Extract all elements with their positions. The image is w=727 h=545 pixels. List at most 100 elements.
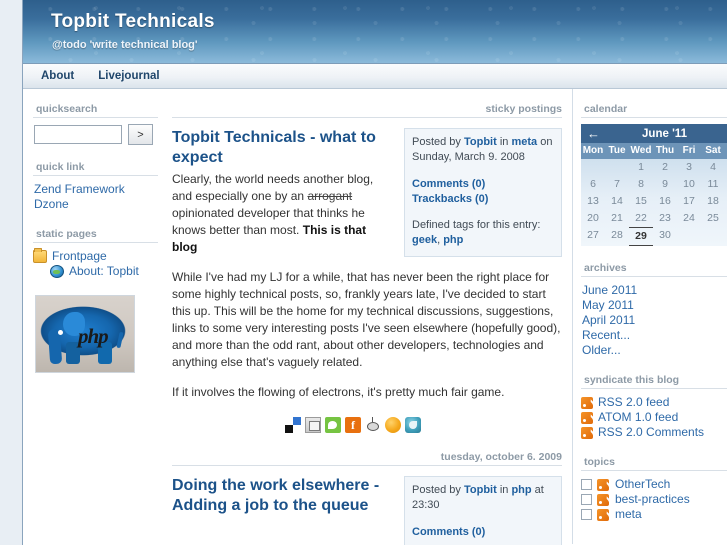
left-sidebar: quicksearch > quick link Zend Framework … bbox=[23, 89, 166, 373]
calendar-day[interactable]: 16 bbox=[653, 193, 677, 210]
nav-item-livejournal[interactable]: Livejournal bbox=[86, 64, 171, 88]
technorati-icon[interactable] bbox=[325, 417, 341, 433]
page-root: Topbit Technicals @todo 'write technical… bbox=[0, 0, 727, 545]
syndicate-block: syndicate this blog RSS 2.0 feed ATOM 1.… bbox=[581, 374, 727, 440]
calendar-widget: ← June '11 MonTueWedThuFriSatSun 1234567… bbox=[581, 124, 727, 246]
topic-row-meta[interactable]: meta bbox=[581, 507, 727, 522]
calendar-day[interactable]: 13 bbox=[581, 193, 605, 210]
calendar-day[interactable]: 17 bbox=[677, 193, 701, 210]
calendar-day[interactable]: 4 bbox=[701, 159, 725, 176]
posted-by-label-2: Posted by bbox=[412, 484, 464, 496]
calendar-day[interactable]: 11 bbox=[701, 176, 725, 193]
topic-checkbox-best-practices[interactable] bbox=[581, 494, 592, 505]
archives-block: archives June 2011 May 2011 April 2011 R… bbox=[581, 262, 727, 358]
calendar-day[interactable]: 21 bbox=[605, 210, 629, 227]
topic-link-meta[interactable]: meta bbox=[614, 507, 642, 522]
calendar-day[interactable]: 3 bbox=[677, 159, 701, 176]
quicklink-dzone[interactable]: Dzone bbox=[33, 197, 158, 212]
rss-feed-icon bbox=[597, 493, 609, 506]
topic-link-best-practices[interactable]: best-practices bbox=[614, 492, 690, 507]
calendar-day[interactable]: 15 bbox=[629, 193, 653, 210]
calendar-blank-cell bbox=[677, 227, 701, 246]
elephant-tail bbox=[116, 331, 124, 349]
calendar-day-grid: 1234567891011121314151617181920212223242… bbox=[581, 159, 727, 246]
topic-checkbox-meta[interactable] bbox=[581, 509, 592, 520]
calendar-day[interactable]: 24 bbox=[677, 210, 701, 227]
calendar-day[interactable]: 28 bbox=[605, 227, 629, 246]
furl-icon[interactable] bbox=[305, 417, 321, 433]
calendar-day[interactable]: 22 bbox=[629, 210, 653, 227]
post-title-link-2[interactable]: Doing the work elsewhere - Adding a job … bbox=[172, 476, 392, 516]
static-page-about-topbit[interactable]: About: Topbit bbox=[33, 264, 158, 279]
delicious-icon[interactable] bbox=[285, 417, 301, 433]
calendar-day[interactable]: 6 bbox=[581, 176, 605, 193]
static-page-about-topbit-label[interactable]: About: Topbit bbox=[68, 264, 139, 279]
feed-row-atom[interactable]: ATOM 1.0 feed bbox=[581, 410, 727, 425]
calendar-day[interactable]: 14 bbox=[605, 193, 629, 210]
post-body-2: Doing the work elsewhere - Adding a job … bbox=[172, 476, 392, 519]
topic-row-othertech[interactable]: OtherTech bbox=[581, 477, 727, 492]
archive-june-2011[interactable]: June 2011 bbox=[581, 283, 727, 298]
reddit-icon[interactable] bbox=[365, 417, 381, 433]
feed-link-comments[interactable]: RSS 2.0 Comments bbox=[597, 425, 704, 440]
trackbacks-link[interactable]: Trackbacks (0) bbox=[412, 192, 554, 207]
post-title-link[interactable]: Topbit Technicals - what to expect bbox=[172, 128, 392, 168]
author-link[interactable]: Topbit bbox=[464, 136, 497, 148]
calendar-day[interactable]: 9 bbox=[653, 176, 677, 193]
comments-link[interactable]: Comments (0) bbox=[412, 177, 554, 192]
nav-item-about[interactable]: About bbox=[29, 64, 86, 88]
calendar-day[interactable]: 7 bbox=[605, 176, 629, 193]
stumbleupon-icon[interactable] bbox=[405, 417, 421, 433]
calendar-day[interactable]: 10 bbox=[677, 176, 701, 193]
post-meta-author-line: Posted by Topbit in meta on bbox=[412, 135, 554, 150]
feed-row-rss2[interactable]: RSS 2.0 feed bbox=[581, 395, 727, 410]
calendar-blank-cell bbox=[605, 159, 629, 176]
tag-geek[interactable]: geek bbox=[412, 234, 437, 246]
category-link[interactable]: meta bbox=[511, 136, 537, 148]
topic-link-othertech[interactable]: OtherTech bbox=[614, 477, 670, 492]
archive-april-2011[interactable]: April 2011 bbox=[581, 313, 727, 328]
calendar-day[interactable]: 27 bbox=[581, 227, 605, 246]
calendar-dayname: Mon bbox=[582, 145, 604, 156]
comments-link-2[interactable]: Comments (0) bbox=[412, 525, 554, 540]
calendar-day[interactable]: 8 bbox=[629, 176, 653, 193]
feed-row-comments[interactable]: RSS 2.0 Comments bbox=[581, 425, 727, 440]
calendar-day[interactable]: 20 bbox=[581, 210, 605, 227]
topic-checkbox-othertech[interactable] bbox=[581, 479, 592, 490]
tag-php[interactable]: php bbox=[443, 234, 463, 246]
right-sidebar: calendar ← June '11 MonTueWedThuFriSatSu… bbox=[572, 89, 727, 544]
archives-title: archives bbox=[581, 262, 727, 277]
rss-feed-icon bbox=[581, 396, 593, 409]
static-page-frontpage[interactable]: Frontpage bbox=[33, 248, 158, 264]
category-link-2[interactable]: php bbox=[511, 484, 531, 496]
calendar-title: calendar bbox=[581, 103, 727, 118]
facebook-icon[interactable]: f bbox=[345, 417, 361, 433]
archive-older[interactable]: Older... bbox=[581, 343, 727, 358]
calendar-day-today[interactable]: 29 bbox=[629, 227, 653, 246]
topic-row-best-practices[interactable]: best-practices bbox=[581, 492, 727, 507]
mixx-icon[interactable] bbox=[385, 417, 401, 433]
calendar-day[interactable]: 30 bbox=[653, 227, 677, 246]
quicksearch-block: quicksearch > bbox=[33, 103, 158, 145]
feed-link-rss2[interactable]: RSS 2.0 feed bbox=[597, 395, 669, 410]
calendar-dayname: Thu bbox=[655, 145, 675, 156]
post-meta-box: Posted by Topbit in meta on Sunday, Marc… bbox=[404, 128, 562, 257]
quicklink-zend-framework[interactable]: Zend Framework bbox=[33, 182, 158, 197]
search-input[interactable] bbox=[34, 125, 122, 144]
search-submit-button[interactable]: > bbox=[128, 124, 153, 145]
static-page-frontpage-label[interactable]: Frontpage bbox=[51, 249, 107, 264]
archive-may-2011[interactable]: May 2011 bbox=[581, 298, 727, 313]
archive-recent[interactable]: Recent... bbox=[581, 328, 727, 343]
calendar-day[interactable]: 18 bbox=[701, 193, 725, 210]
post-top-row-2: Doing the work elsewhere - Adding a job … bbox=[172, 476, 562, 545]
author-link-2[interactable]: Topbit bbox=[464, 484, 497, 496]
feed-link-atom[interactable]: ATOM 1.0 feed bbox=[597, 410, 678, 425]
calendar-prev-arrow-icon[interactable]: ← bbox=[587, 127, 600, 140]
calendar-day[interactable]: 25 bbox=[701, 210, 725, 227]
topics-block: topics OtherTech best-practices meta bbox=[581, 456, 727, 522]
post-meta-date: Sunday, March 9. 2008 bbox=[412, 151, 525, 163]
calendar-day[interactable]: 2 bbox=[653, 159, 677, 176]
calendar-day[interactable]: 1 bbox=[629, 159, 653, 176]
calendar-day[interactable]: 23 bbox=[653, 210, 677, 227]
topics-title: topics bbox=[581, 456, 727, 471]
